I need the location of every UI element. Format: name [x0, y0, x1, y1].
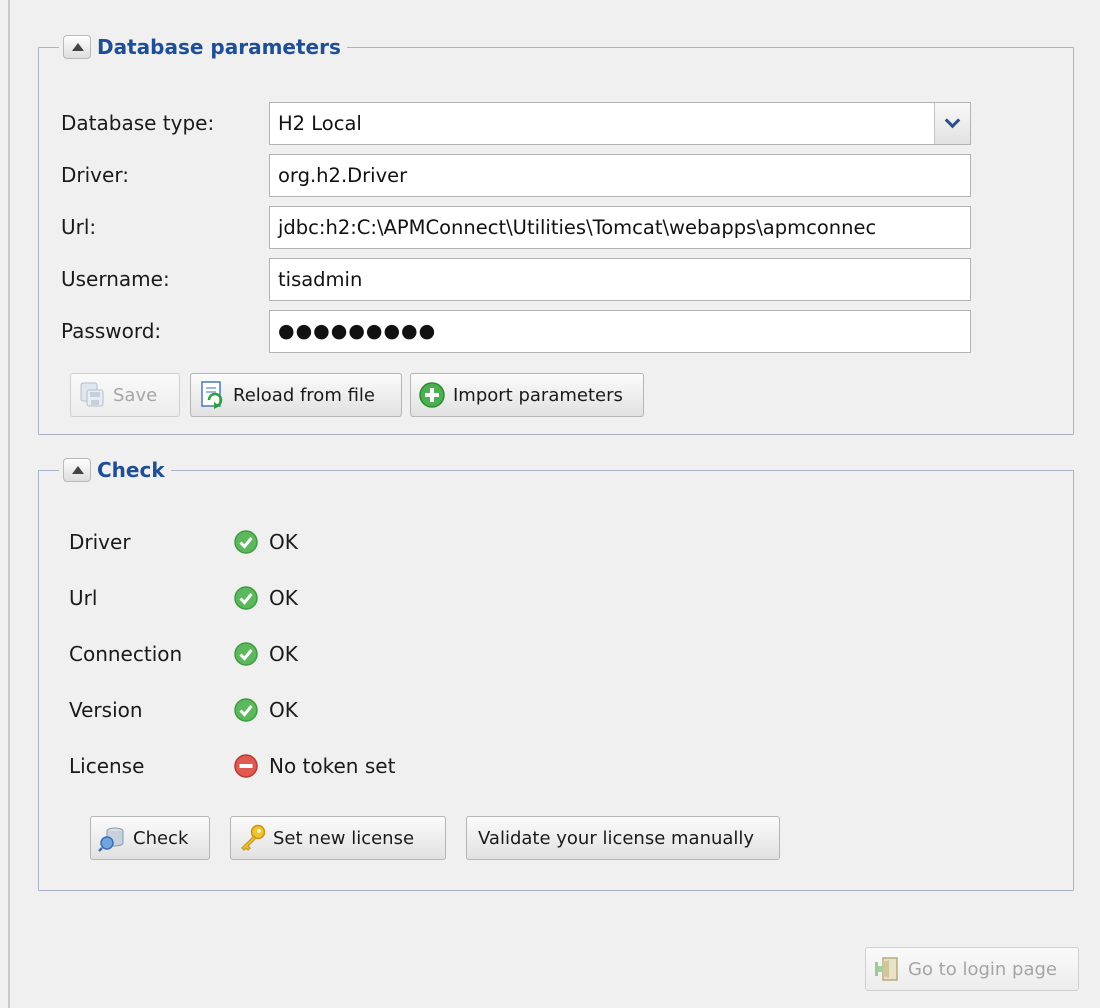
- url-row: Url: jdbc:h2:C:\APMConnect\Utilities\Tom…: [61, 205, 971, 249]
- reload-button-label: Reload from file: [233, 384, 375, 406]
- check-legend: Check: [59, 458, 171, 482]
- password-input[interactable]: ●●●●●●●●●: [269, 309, 971, 353]
- check-label-version: Version: [69, 698, 143, 722]
- username-label: Username:: [61, 267, 170, 291]
- check-status-driver: OK: [269, 530, 298, 554]
- check-panel: Check Driver OK Url OK Connection OK Ver…: [38, 458, 1074, 891]
- check-label-driver: Driver: [69, 530, 131, 554]
- check-title: Check: [97, 458, 165, 482]
- ok-check-icon: [234, 530, 258, 554]
- database-parameters-legend: Database parameters: [59, 35, 347, 59]
- import-parameters-button[interactable]: Import parameters: [410, 373, 644, 417]
- database-parameters-panel: Database parameters Database type: H2 Lo…: [38, 35, 1074, 435]
- import-button-label: Import parameters: [453, 384, 623, 406]
- check-row-driver: Driver OK: [69, 522, 298, 562]
- save-icon: [80, 382, 104, 407]
- check-status-license: No token set: [269, 754, 396, 778]
- check-status-version: OK: [269, 698, 298, 722]
- username-row: Username: tisadmin: [61, 257, 971, 301]
- check-row-license: License No token set: [69, 746, 395, 786]
- driver-value: org.h2.Driver: [278, 163, 408, 187]
- add-circle-icon: [419, 382, 445, 408]
- chevron-down-icon[interactable]: [934, 102, 970, 144]
- database-parameters-title: Database parameters: [97, 35, 341, 59]
- check-status-connection: OK: [269, 642, 298, 666]
- driver-row: Driver: org.h2.Driver: [61, 153, 971, 197]
- save-button[interactable]: Save: [70, 373, 180, 417]
- database-type-select[interactable]: H2 Local: [269, 101, 971, 145]
- exit-door-icon: [875, 957, 898, 981]
- ok-check-icon: [234, 698, 258, 722]
- username-value: tisadmin: [278, 267, 363, 291]
- password-label: Password:: [61, 319, 162, 343]
- username-input[interactable]: tisadmin: [269, 257, 971, 301]
- go-to-login-page-button[interactable]: Go to login page: [865, 947, 1079, 991]
- check-row-connection: Connection OK: [69, 634, 298, 674]
- set-license-button-label: Set new license: [273, 827, 415, 849]
- collapse-database-parameters-button[interactable]: [63, 35, 91, 59]
- check-row-version: Version OK: [69, 690, 298, 730]
- driver-input[interactable]: org.h2.Driver: [269, 153, 971, 197]
- driver-label: Driver:: [61, 163, 129, 187]
- check-button-label: Check: [133, 827, 189, 849]
- check-label-license: License: [69, 754, 145, 778]
- database-check-icon: [98, 827, 124, 852]
- ok-check-icon: [234, 642, 258, 666]
- save-button-label: Save: [113, 384, 158, 406]
- collapse-check-button[interactable]: [63, 458, 91, 482]
- login-button-label: Go to login page: [908, 958, 1058, 980]
- database-type-label: Database type:: [61, 111, 215, 135]
- reload-file-icon: [201, 381, 223, 409]
- url-value: jdbc:h2:C:\APMConnect\Utilities\Tomcat\w…: [278, 215, 877, 239]
- validate-license-manually-button[interactable]: Validate your license manually: [466, 816, 780, 860]
- set-new-license-button[interactable]: Set new license: [230, 816, 446, 860]
- database-type-value: H2 Local: [278, 111, 362, 135]
- password-value: ●●●●●●●●●: [278, 320, 437, 342]
- reload-from-file-button[interactable]: Reload from file: [190, 373, 402, 417]
- key-icon: [241, 824, 266, 851]
- check-row-url: Url OK: [69, 578, 298, 618]
- validate-button-label: Validate your license manually: [478, 827, 755, 849]
- ok-check-icon: [234, 586, 258, 610]
- url-label: Url:: [61, 215, 97, 239]
- database-type-row: Database type: H2 Local: [61, 101, 971, 145]
- page-left-border: [8, 0, 10, 1008]
- check-button[interactable]: Check: [90, 816, 210, 860]
- error-minus-icon: [234, 754, 258, 778]
- url-input[interactable]: jdbc:h2:C:\APMConnect\Utilities\Tomcat\w…: [269, 205, 971, 249]
- check-status-url: OK: [269, 586, 298, 610]
- check-label-url: Url: [69, 586, 98, 610]
- check-label-connection: Connection: [69, 642, 183, 666]
- password-row: Password: ●●●●●●●●●: [61, 309, 971, 353]
